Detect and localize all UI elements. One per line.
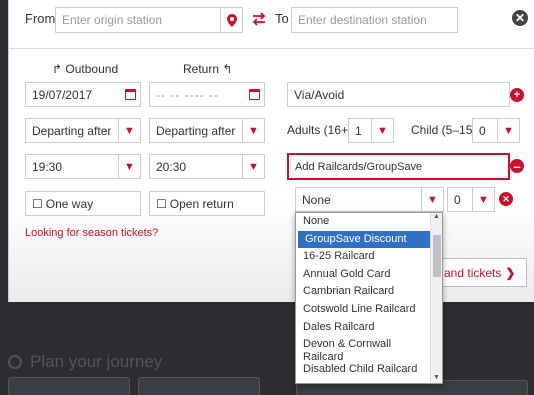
dropdown-option[interactable]: Devon & Cornwall Railcard [296, 336, 426, 363]
destination-input[interactable]: Enter destination station [291, 7, 458, 33]
one-way-checkbox[interactable]: ☐ One way [25, 191, 141, 216]
calendar-icon[interactable] [249, 89, 260, 100]
railcard-dropdown-list[interactable]: None GroupSave Discount 16-25 Railcard A… [295, 212, 443, 384]
clock-icon [8, 355, 22, 369]
chevron-down-icon: ▼ [371, 119, 393, 142]
return-header: Return ↰ [183, 62, 233, 76]
to-label: To [275, 11, 289, 26]
dark-tab-button-2[interactable] [138, 377, 260, 395]
dropdown-option[interactable]: Cotswold Line Railcard [296, 301, 442, 319]
dropdown-option[interactable]: Disabled Child Railcard [296, 361, 442, 379]
return-arrow-icon: ↰ [222, 62, 233, 76]
adults-select[interactable]: 1 ▼ [348, 118, 394, 143]
dropdown-option[interactable]: Dales Railcard [296, 319, 442, 337]
child-label: Child (5–15) [411, 123, 477, 137]
plan-journey-heading: Plan your journey [8, 352, 162, 372]
dropdown-option[interactable]: Annual Gold Card [296, 266, 442, 284]
origin-placeholder: Enter origin station [62, 13, 163, 27]
season-tickets-link[interactable]: Looking for season tickets? [25, 227, 158, 239]
journey-planner-panel [8, 0, 534, 302]
chevron-down-icon: ▼ [242, 155, 264, 178]
chevron-down-icon: ▼ [242, 119, 264, 142]
remove-railcard-icon[interactable]: ✕ [499, 192, 513, 206]
destination-placeholder: Enter destination station [298, 13, 427, 27]
origin-input[interactable]: Enter origin station [55, 7, 243, 33]
close-icon[interactable]: ✕ [512, 10, 528, 26]
return-time-mode-select[interactable]: Departing after ▼ [149, 118, 265, 143]
return-time-select[interactable]: 20:30 ▼ [149, 154, 265, 179]
railcard-count-select[interactable]: 0 ▼ [447, 187, 495, 212]
child-select[interactable]: 0 ▼ [472, 118, 520, 143]
dropdown-option[interactable]: Cambrian Railcard [296, 283, 442, 301]
outbound-time-mode-select[interactable]: Departing after ▼ [25, 118, 141, 143]
dropdown-option-selected[interactable]: GroupSave Discount [298, 230, 431, 249]
chevron-down-icon: ▼ [118, 155, 140, 178]
find-tickets-button[interactable]: and tickets ❯ [431, 258, 527, 287]
checkbox-icon: ☐ [156, 196, 167, 211]
dropdown-option[interactable]: 16-25 Railcard [296, 248, 442, 266]
remove-railcards-icon[interactable]: – [510, 159, 524, 174]
divider [8, 48, 534, 49]
dropdown-option[interactable]: None [296, 213, 442, 231]
add-via-icon[interactable]: + [510, 88, 524, 102]
railcard-type-select[interactable]: None ▼ [295, 187, 444, 212]
page-background: Plan your journey [0, 302, 534, 395]
scrollbar-thumb[interactable] [433, 235, 441, 277]
via-avoid-input[interactable]: Via/Avoid [287, 82, 510, 107]
chevron-down-icon: ▼ [472, 188, 494, 211]
outbound-time-select[interactable]: 19:30 ▼ [25, 154, 141, 179]
chevron-down-icon: ▼ [497, 119, 519, 142]
dropdown-scrollbar[interactable]: ▲ ▼ [430, 213, 442, 383]
chevron-down-icon: ▼ [118, 119, 140, 142]
forward-arrow-icon: ↱ [52, 62, 63, 76]
outbound-header: ↱ Outbound [52, 62, 119, 76]
return-date-input[interactable]: -- -- ---- -- [149, 82, 265, 107]
add-railcards-header[interactable]: Add Railcards/GroupSave [287, 153, 510, 180]
from-label: From [25, 11, 56, 26]
adults-label: Adults (16+) [287, 123, 353, 137]
checkbox-icon: ☐ [32, 196, 43, 211]
location-pin-icon[interactable] [220, 8, 242, 32]
outbound-date-input[interactable]: 19/07/2017 [25, 82, 141, 107]
calendar-icon[interactable] [125, 89, 136, 100]
dark-tab-button-1[interactable] [8, 377, 130, 395]
open-return-checkbox[interactable]: ☐ Open return [149, 191, 265, 216]
chevron-right-icon: ❯ [505, 265, 516, 280]
chevron-down-icon: ▼ [421, 188, 443, 211]
swap-stations-icon[interactable] [250, 10, 268, 28]
